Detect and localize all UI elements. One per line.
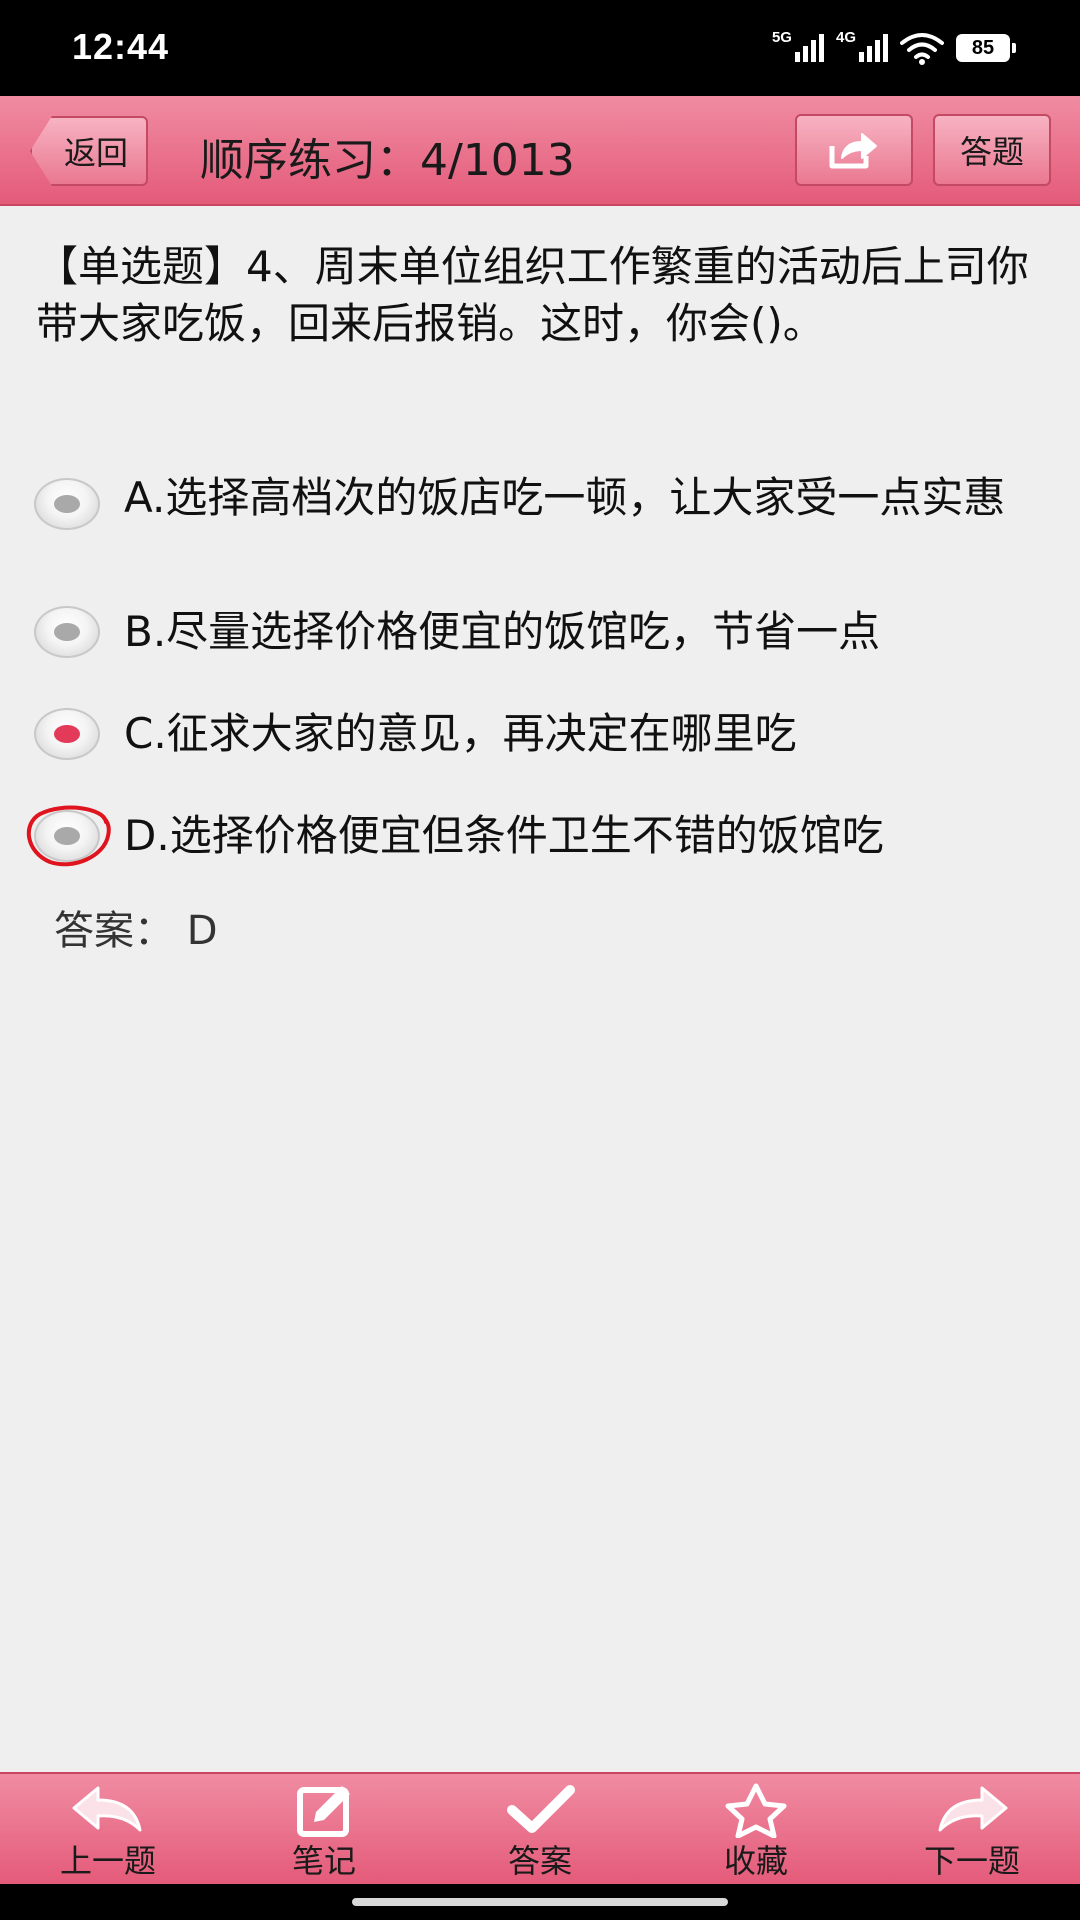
star-icon [725,1783,787,1838]
answer-text: 答案： D [54,908,218,954]
checkmark-icon [507,1785,575,1833]
prev-question-button[interactable]: 上一题 [0,1774,216,1884]
status-icons: 5G 4G 85 [772,26,1016,70]
app-header: 返回 顺序练习：4/1013 答题 [0,96,1080,206]
back-button-label: 返回 [63,134,128,172]
next-question-button[interactable]: 下一题 [864,1774,1080,1884]
status-bar: 12:44 5G 4G 85 [0,0,1080,96]
wifi-icon [900,33,944,65]
nav-label: 笔记 [291,1842,356,1880]
option-label: B.尽量选择价格便宜的饭馆吃，节省一点 [124,607,881,656]
answer-sheet-button[interactable]: 答题 [933,114,1051,186]
option-label: D.选择价格便宜但条件卫生不错的饭馆吃 [124,811,884,860]
back-button[interactable]: 返回 [30,116,148,186]
network-type-label: 4G [835,29,856,46]
edit-note-icon [297,1786,350,1837]
share-button[interactable] [795,114,913,186]
favorite-button[interactable]: 收藏 [648,1774,864,1884]
back-arrow-icon [72,1786,142,1832]
share-icon [829,133,877,169]
gesture-area [0,1884,1080,1920]
page-title: 顺序练习：4/1013 [200,135,575,186]
home-indicator[interactable] [352,1898,728,1906]
forward-arrow-icon [938,1786,1008,1832]
show-answer-button[interactable]: 答案 [432,1774,648,1884]
radio-button-selected[interactable] [34,708,100,760]
bottom-nav: 上一题 笔记 答案 收藏 下一题 [0,1772,1080,1884]
radio-button[interactable] [34,810,100,862]
battery-level: 85 [971,36,995,59]
signal-icon: 5G [772,29,824,62]
notes-button[interactable]: 笔记 [216,1774,432,1884]
network-type-label: 5G [771,29,792,46]
status-time: 12:44 [72,26,170,67]
radio-button[interactable] [34,478,100,530]
radio-button[interactable] [34,606,100,658]
question-text: 【单选题】4、周末单位组织工作繁重的活动后上司你带大家吃饭，回来后报销。这时，你… [36,242,1029,348]
battery-icon: 85 [956,34,1016,62]
signal-icon: 4G [836,29,888,62]
nav-label: 上一题 [59,1842,156,1880]
nav-label: 收藏 [723,1842,788,1880]
nav-label: 下一题 [923,1842,1020,1880]
option-label: C.征求大家的意见，再决定在哪里吃 [124,709,797,758]
option-label: A.选择高档次的饭店吃一顿，让大家受一点实惠 [124,473,1006,522]
answer-sheet-label: 答题 [959,133,1024,171]
nav-label: 答案 [507,1842,572,1880]
